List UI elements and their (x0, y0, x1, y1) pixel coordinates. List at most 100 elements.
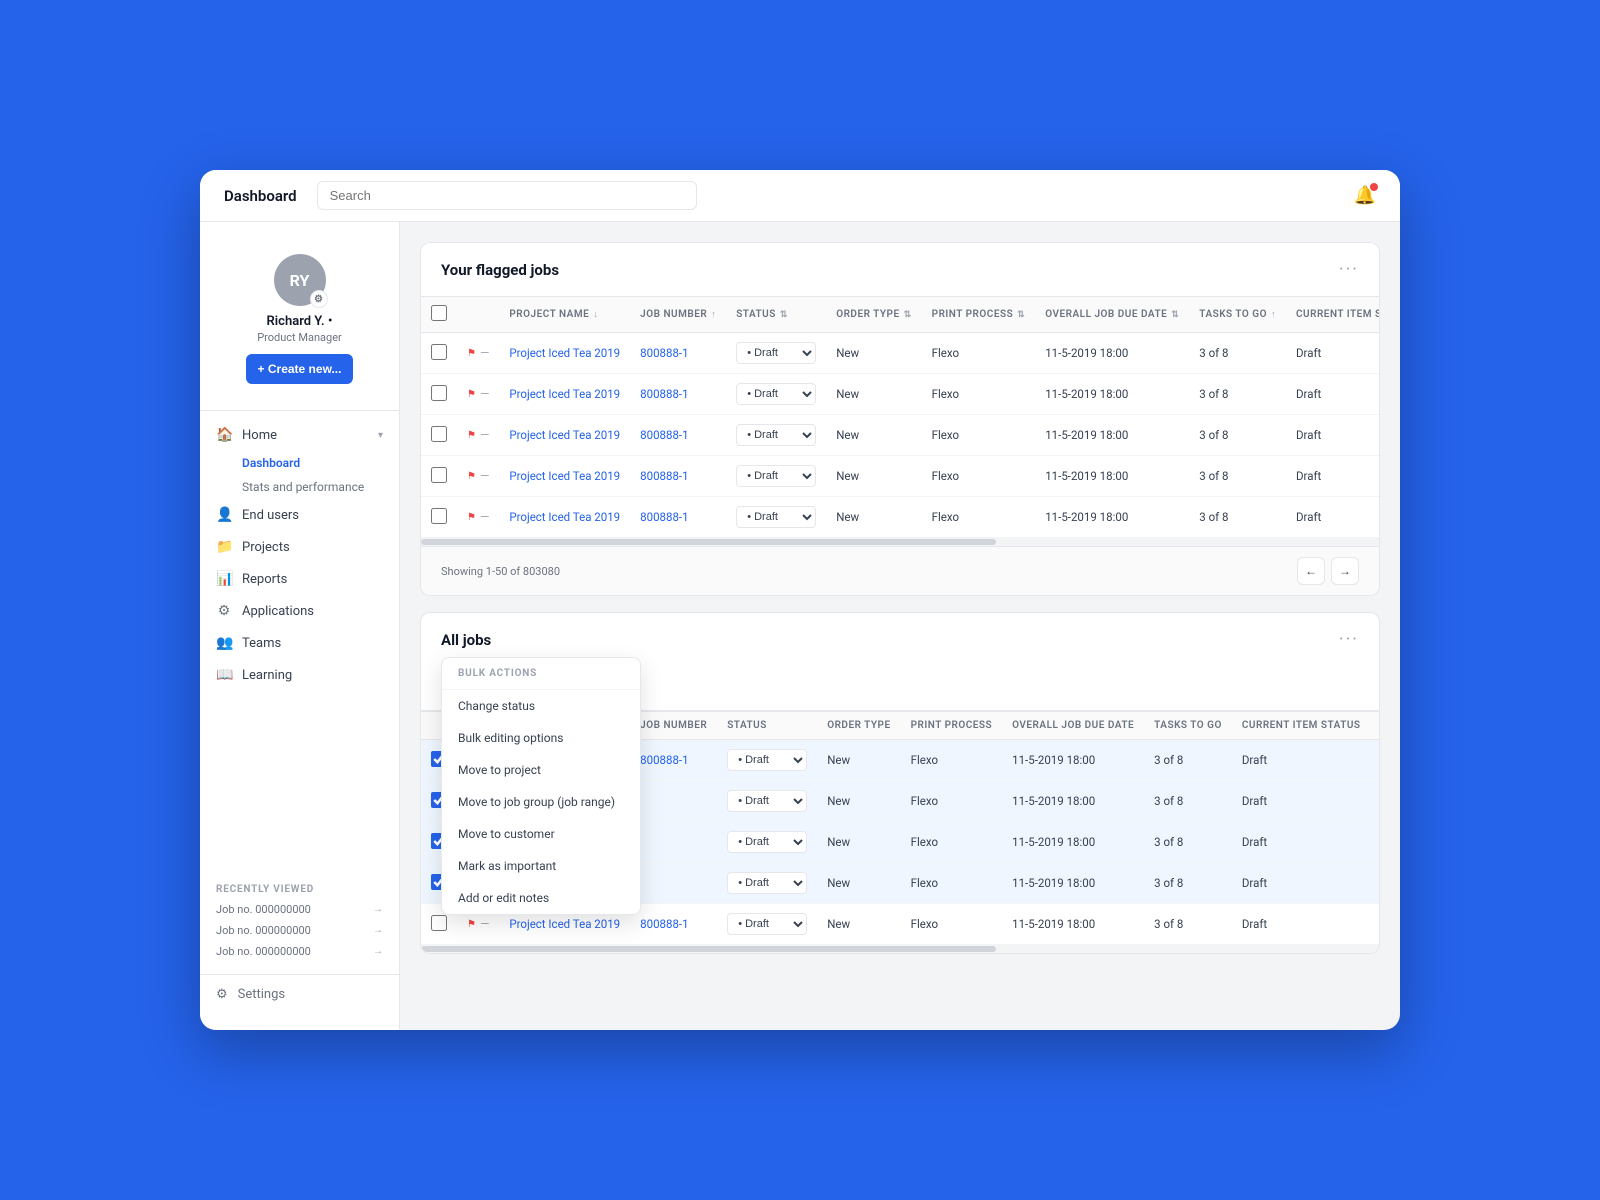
recent-item-2[interactable]: Job no. 000000000 → (200, 920, 399, 941)
job-link-1[interactable]: 800888-1 (640, 387, 688, 401)
th-job-number-all: JOB NUMBER (630, 712, 717, 740)
flag-icon-0[interactable]: ⚑ (467, 348, 476, 359)
learning-icon: 📖 (216, 667, 232, 683)
recent-item-1[interactable]: Job no. 000000000 → (200, 899, 399, 920)
bulk-move-to-job-group[interactable]: Move to job group (job range) (442, 786, 640, 818)
recent-item-3[interactable]: Job no. 000000000 → (200, 941, 399, 962)
flagged-cb-4[interactable] (431, 508, 447, 524)
search-input[interactable] (317, 181, 697, 210)
flagged-cb-2[interactable] (431, 426, 447, 442)
dash-icon-0[interactable]: — (480, 346, 489, 360)
job-link-2[interactable]: 800888-1 (640, 428, 688, 442)
th-checkbox (421, 297, 457, 333)
all-jobs-menu-icon[interactable]: ··· (1339, 629, 1359, 650)
all-status-select-0[interactable]: • Draft (727, 749, 807, 771)
all-cb-4[interactable] (431, 915, 447, 931)
arrow-right-icon-2: → (373, 925, 383, 936)
sidebar-item-teams-label: Teams (242, 636, 281, 651)
th-print-process-all: PRINT PROCESS (901, 712, 1003, 740)
sidebar-item-projects[interactable]: 📁 Projects (200, 531, 399, 563)
sidebar-item-dashboard[interactable]: Dashboard (200, 451, 399, 475)
status-select-0[interactable]: • Draft (736, 342, 816, 364)
all-item-status-4: Draft (1232, 904, 1371, 945)
th-print-process: PRINT PROCESS ⇅ (922, 297, 1036, 333)
sidebar-item-learning[interactable]: 📖 Learning (200, 659, 399, 691)
sidebar-item-learning-label: Learning (242, 668, 292, 683)
flagged-h-scrollbar[interactable] (421, 538, 1379, 546)
all-jobs-h-scrollbar[interactable] (421, 945, 1379, 953)
filter-print-icon[interactable]: ⇅ (1017, 310, 1025, 320)
all-flag-icon-4[interactable]: ⚑ (467, 919, 476, 930)
page-title: Dashboard (224, 187, 297, 205)
status-select-3[interactable]: • Draft (736, 465, 816, 487)
sidebar-item-teams[interactable]: 👥 Teams (200, 627, 399, 659)
select-all-flagged[interactable] (431, 305, 447, 321)
sort-tasks-icon[interactable]: ↑ (1271, 309, 1276, 320)
sidebar-item-stats[interactable]: Stats and performance (200, 475, 399, 499)
th-project-name: PROJECT NAME ↓ (499, 297, 630, 333)
bulk-change-status[interactable]: Change status (442, 690, 640, 722)
status-select-4[interactable]: • Draft (736, 506, 816, 528)
tasks-1: 3 of 8 (1189, 374, 1286, 415)
dash-icon-3[interactable]: — (480, 469, 489, 483)
all-job-link-0[interactable]: 800888-1 (640, 753, 688, 767)
all-status-select-4[interactable]: • Draft (727, 913, 807, 935)
flagged-cb-3[interactable] (431, 467, 447, 483)
create-new-button[interactable]: + Create new... (246, 354, 354, 384)
sidebar-item-settings[interactable]: ⚙ Settings (200, 974, 399, 1014)
chevron-right-icon: ▾ (378, 430, 383, 441)
all-job-link-4[interactable]: 800888-1 (640, 917, 688, 931)
project-link-0[interactable]: Project Iced Tea 2019 (509, 346, 620, 360)
filter-status-icon[interactable]: ⇅ (780, 310, 788, 320)
job-link-4[interactable]: 800888-1 (640, 510, 688, 524)
sort-job-icon[interactable]: ↑ (711, 309, 716, 320)
project-link-3[interactable]: Project Iced Tea 2019 (509, 469, 620, 483)
project-link-4[interactable]: Project Iced Tea 2019 (509, 510, 620, 524)
bulk-move-to-customer[interactable]: Move to customer (442, 818, 640, 850)
dash-icon-4[interactable]: — (480, 510, 489, 524)
all-status-select-2[interactable]: • Draft (727, 831, 807, 853)
status-select-2[interactable]: • Draft (736, 424, 816, 446)
bulk-move-to-project[interactable]: Move to project (442, 754, 640, 786)
notification-icon[interactable]: 🔔 (1354, 185, 1376, 206)
flagged-cb-1[interactable] (431, 385, 447, 401)
job-link-0[interactable]: 800888-1 (640, 346, 688, 360)
sidebar-item-reports[interactable]: 📊 Reports (200, 563, 399, 595)
sidebar-item-end-users[interactable]: 👤 End users (200, 499, 399, 531)
next-page-button[interactable]: → (1331, 557, 1359, 585)
all-project-link-4[interactable]: Project Iced Tea 2019 (509, 917, 620, 931)
reports-icon: 📊 (216, 571, 232, 587)
applications-icon: ⚙ (216, 603, 232, 619)
all-dash-icon-4[interactable]: — (480, 917, 489, 931)
flagged-jobs-title: Your flagged jobs (441, 261, 559, 279)
filter-order-icon[interactable]: ⇅ (904, 310, 912, 320)
flagged-cb-0[interactable] (431, 344, 447, 360)
all-status-select-3[interactable]: • Draft (727, 872, 807, 894)
job-link-3[interactable]: 800888-1 (640, 469, 688, 483)
flagged-row-2: ⚑ — Project Iced Tea 2019 800888-1 • Dra… (421, 415, 1379, 456)
th-tasks-all: TASKS TO GO (1144, 712, 1232, 740)
project-link-1[interactable]: Project Iced Tea 2019 (509, 387, 620, 401)
prev-page-button[interactable]: ← (1297, 557, 1325, 585)
bulk-editing-options[interactable]: Bulk editing options (442, 722, 640, 754)
flag-icon-2[interactable]: ⚑ (467, 430, 476, 441)
filter-due-icon[interactable]: ⇅ (1171, 310, 1179, 320)
all-tasks-4: 3 of 8 (1144, 904, 1232, 945)
all-jobs-scroll-thumb (421, 946, 996, 952)
print-process-4: Flexo (922, 497, 1036, 538)
sidebar-item-applications[interactable]: ⚙ Applications (200, 595, 399, 627)
flag-icon-1[interactable]: ⚑ (467, 389, 476, 400)
flag-icon-4[interactable]: ⚑ (467, 512, 476, 523)
all-status-select-1[interactable]: • Draft (727, 790, 807, 812)
flagged-jobs-menu-icon[interactable]: ··· (1339, 259, 1359, 280)
dash-icon-2[interactable]: — (480, 428, 489, 442)
status-select-1[interactable]: • Draft (736, 383, 816, 405)
dash-icon-1[interactable]: — (480, 387, 489, 401)
bulk-add-notes[interactable]: Add or edit notes (442, 882, 640, 914)
sort-project-icon[interactable]: ↓ (593, 309, 598, 320)
project-link-2[interactable]: Project Iced Tea 2019 (509, 428, 620, 442)
bulk-mark-important[interactable]: Mark as important (442, 850, 640, 882)
flag-icon-3[interactable]: ⚑ (467, 471, 476, 482)
sidebar-item-home[interactable]: 🏠 Home ▾ (200, 419, 399, 451)
avatar-settings-icon[interactable]: ⚙ (310, 290, 328, 308)
